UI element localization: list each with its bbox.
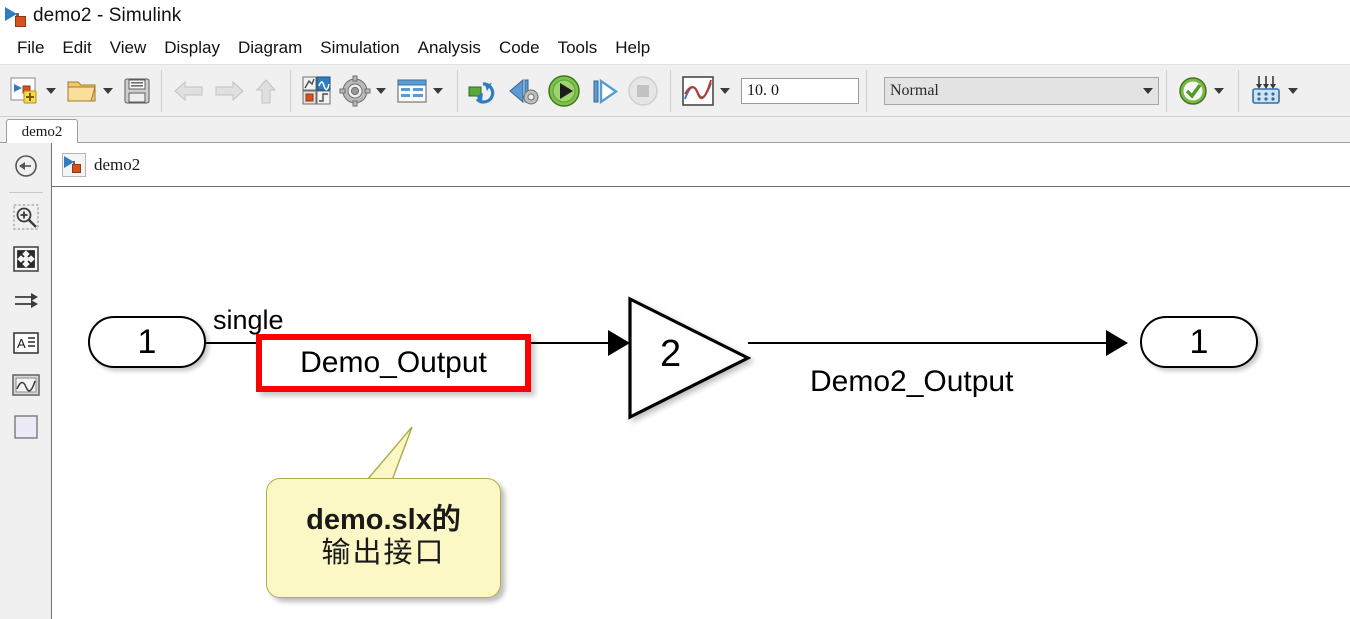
window-title: demo2 - Simulink (33, 5, 182, 26)
sidebar-divider (8, 192, 43, 193)
toolbar-separator-3 (457, 69, 458, 112)
simulink-model-icon (62, 152, 86, 177)
input-port-block[interactable]: 1 (88, 316, 206, 368)
toolbar-separator-7 (1238, 69, 1239, 112)
menu-item-code[interactable]: Code (490, 36, 549, 60)
simulation-mode-value: Normal (890, 81, 939, 99)
simulink-window: demo2 - Simulink File Edit View Display … (0, 0, 1350, 619)
menu-item-display[interactable]: Display (155, 36, 229, 60)
editor-body: A demo2 1 single Demo_Output 2 Demo2_Out… (0, 143, 1350, 619)
zoom-in-icon[interactable] (0, 196, 52, 238)
new-model-dropdown-caret[interactable] (46, 87, 56, 94)
model-config-dropdown-caret[interactable] (376, 87, 386, 94)
simulation-time-input[interactable]: 10. 0 (741, 77, 859, 104)
gear-icon[interactable] (336, 69, 374, 113)
tab-demo2[interactable]: demo2 (6, 119, 78, 144)
model-explorer-icon[interactable] (393, 69, 431, 113)
menu-item-view[interactable]: View (101, 36, 156, 60)
toolbar-separator-2 (290, 69, 291, 112)
step-forward-icon[interactable] (585, 69, 623, 113)
gain-value-label: 2 (660, 333, 682, 375)
navigate-back-icon[interactable] (0, 143, 52, 189)
data-inspector-dropdown-caret[interactable] (720, 87, 730, 94)
highlighted-block-text: Demo_Output (300, 346, 487, 379)
output-port-arrowhead (1106, 330, 1128, 356)
output-port-label: 1 (1189, 322, 1209, 361)
output-port-block[interactable]: 1 (1140, 316, 1258, 368)
gain-block[interactable] (627, 296, 752, 425)
input-port-label: 1 (137, 322, 157, 361)
fit-to-view-icon[interactable] (0, 238, 52, 280)
back-arrow-icon[interactable] (169, 69, 209, 113)
highlighted-block-label[interactable]: Demo_Output (256, 334, 531, 392)
parallel-pins-icon[interactable] (1246, 69, 1286, 113)
toolbar-separator-6 (1166, 69, 1167, 112)
step-back-icon[interactable] (505, 69, 543, 113)
toolbar-separator-4 (670, 69, 671, 112)
save-disk-icon[interactable] (120, 69, 154, 113)
open-model-dropdown-caret[interactable] (103, 87, 113, 94)
run-play-icon[interactable] (543, 69, 585, 113)
callout-line-2: 输出接口 (321, 537, 446, 570)
menu-item-edit[interactable]: Edit (53, 36, 100, 60)
annotation-callout[interactable]: demo.slx的 输出接口 (266, 478, 501, 598)
update-model-icon[interactable] (465, 69, 505, 113)
model-tab-strip: demo2 (0, 117, 1350, 144)
toolbar-separator-5 (866, 69, 867, 112)
svg-text:A: A (17, 336, 26, 351)
canvas-toolbar: A (0, 143, 52, 619)
breadcrumb: demo2 (52, 143, 1350, 187)
simulink-logo-icon (4, 4, 30, 28)
signal-routing-icon[interactable] (0, 280, 52, 322)
library-browser-icon[interactable] (298, 69, 336, 113)
signal-type-label: single (213, 305, 284, 335)
menu-item-tools[interactable]: Tools (549, 36, 607, 60)
new-model-icon[interactable] (6, 69, 44, 113)
parallel-dropdown-caret[interactable] (1288, 87, 1298, 94)
toolbar-separator-1 (161, 69, 162, 112)
diagnostics-dropdown-caret[interactable] (1214, 87, 1224, 94)
output-signal-label: Demo2_Output (810, 365, 1014, 398)
menu-item-analysis[interactable]: Analysis (409, 36, 490, 60)
scope-signal-icon[interactable] (678, 69, 718, 113)
up-arrow-icon[interactable] (249, 69, 283, 113)
chevron-down-icon[interactable] (1143, 87, 1153, 94)
breadcrumb-path[interactable]: demo2 (94, 155, 140, 175)
menu-item-file[interactable]: File (8, 36, 53, 60)
menu-item-diagram[interactable]: Diagram (229, 36, 311, 60)
toolbar: 10. 0 Normal (0, 64, 1350, 117)
menu-item-simulation[interactable]: Simulation (311, 36, 408, 60)
forward-arrow-icon[interactable] (209, 69, 249, 113)
title-bar: demo2 - Simulink (0, 0, 1350, 32)
blank-block-icon[interactable] (0, 406, 52, 448)
annotation-icon[interactable]: A (0, 322, 52, 364)
menu-item-help[interactable]: Help (606, 36, 659, 60)
menu-bar: File Edit View Display Diagram Simulatio… (0, 32, 1350, 64)
stop-icon[interactable] (623, 69, 663, 113)
signal-wire-gain-to-output[interactable] (748, 342, 1112, 344)
callout-line-1: demo.slx的 (306, 503, 461, 536)
model-explorer-dropdown-caret[interactable] (433, 87, 443, 94)
model-canvas[interactable]: 1 single Demo_Output 2 Demo2_Output 1 de… (52, 188, 1350, 619)
simulation-mode-select[interactable]: Normal (884, 76, 1159, 105)
open-folder-icon[interactable] (63, 69, 101, 113)
scope-thumbnail-icon[interactable] (0, 364, 52, 406)
check-circle-icon[interactable] (1174, 69, 1212, 113)
